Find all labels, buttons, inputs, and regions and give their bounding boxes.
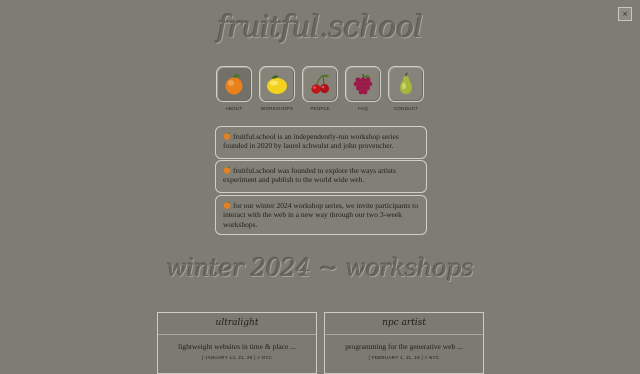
about-text: fruitful.school was founded to explore t… [223, 166, 396, 185]
nav-tile [216, 66, 252, 102]
cherry-icon [311, 74, 330, 94]
workshop-card-npc-artist[interactable]: npc artist programming for the generativ… [324, 312, 484, 374]
nav-item-conduct[interactable]: CONDUCT [388, 66, 424, 111]
nav-label: PEOPLE [310, 106, 330, 111]
about-box-2: fruitful.school was founded to explore t… [215, 160, 427, 193]
nav-tile [259, 66, 295, 102]
nav-item-faq[interactable]: FAQ [345, 66, 381, 111]
about-text: fruitful.school is an independently-run … [223, 132, 399, 151]
site-title[interactable]: fruitful.school [0, 10, 640, 45]
nav-item-about[interactable]: ABOUT [216, 66, 252, 111]
nav-label: CONDUCT [393, 106, 419, 111]
lemon-icon [267, 75, 287, 94]
nav-item-people[interactable]: PEOPLE [302, 66, 338, 111]
about-text: for our winter 2024 workshop series, we … [223, 201, 418, 229]
orange-bullet-icon [223, 166, 231, 174]
card-description: programming for the generative web ... [345, 342, 463, 351]
card-dates: [ FEBRUARY 4, 11, 18 ] [368, 355, 423, 360]
orange-bullet-icon [223, 132, 231, 140]
nav-tile [302, 66, 338, 102]
card-location: NYC [261, 355, 273, 360]
nav-label: FAQ [358, 106, 368, 111]
pear-icon [400, 72, 412, 94]
grapes-icon [353, 73, 373, 95]
main-nav: ABOUT WORKSHOPS PEOPLE FAQ CONDUCT [0, 66, 640, 111]
about-box-1: fruitful.school is an independently-run … [215, 126, 427, 159]
orange-icon [225, 74, 243, 95]
orange-bullet-icon [223, 201, 231, 209]
card-description: lightweight websites in time & place ... [178, 342, 296, 351]
card-meta: [ FEBRUARY 4, 11, 18 ] > NYC [368, 355, 440, 360]
workshop-card-ultralight[interactable]: ultralight lightweight websites in time … [157, 312, 317, 374]
card-title: npc artist [325, 313, 483, 335]
nav-tile [345, 66, 381, 102]
nav-label: WORKSHOPS [260, 106, 294, 111]
card-meta: [ JANUARY 14, 21, 28 ] > NYC [201, 355, 273, 360]
about-box-3: for our winter 2024 workshop series, we … [215, 195, 427, 235]
card-dates: [ JANUARY 14, 21, 28 ] [201, 355, 256, 360]
nav-item-workshops[interactable]: WORKSHOPS [259, 66, 295, 111]
nav-label: ABOUT [225, 106, 243, 111]
nav-tile [388, 66, 424, 102]
card-location: NYC [429, 355, 440, 360]
card-title: ultralight [158, 313, 316, 335]
section-title: winter 2024 ~ workshops [166, 254, 474, 282]
